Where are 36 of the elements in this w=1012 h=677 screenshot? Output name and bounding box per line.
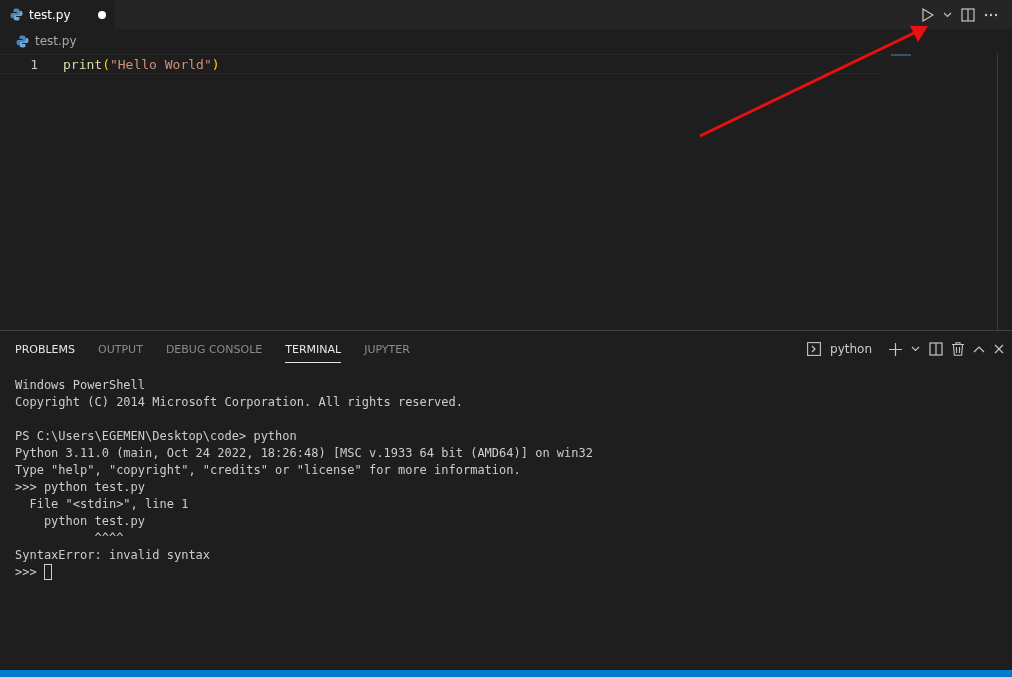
run-icon[interactable] <box>922 7 934 22</box>
panel-tab[interactable]: DEBUG CONSOLE <box>165 335 263 363</box>
panel-tab[interactable]: JUPYTER <box>364 335 410 363</box>
chevron-up-icon[interactable] <box>973 345 985 353</box>
panel-tab[interactable]: OUTPUT <box>98 335 143 363</box>
panel-tab[interactable]: TERMINAL <box>285 335 342 363</box>
minimap-line <box>891 54 911 56</box>
code-line: print("Hello World") <box>63 56 220 72</box>
line-number: 1 <box>29 56 39 72</box>
add-icon[interactable] <box>889 342 902 356</box>
terminal-line: Windows PowerShell <box>15 377 146 392</box>
trash-icon[interactable] <box>952 342 964 356</box>
breadcrumb-item[interactable]: test.py <box>35 34 77 48</box>
chevron-down-icon[interactable] <box>911 346 920 352</box>
terminal-line: ^^^^ <box>93 530 124 545</box>
terminal-icon <box>807 342 821 356</box>
chevron-down-icon[interactable] <box>943 11 952 18</box>
terminal-line: File "<stdin>", line 1 <box>28 496 189 511</box>
panel-tab[interactable]: PROBLEMS <box>15 335 76 363</box>
terminal-line: Type "help", "copyright", "credits" or "license" for more information. <box>15 462 521 477</box>
terminal-name[interactable]: python <box>830 342 872 356</box>
terminal-line: PS C:\Users\EGEMEN\Desktop\code> python <box>15 428 297 443</box>
python-file-icon <box>10 8 23 21</box>
unsaved-dot-icon <box>98 10 106 19</box>
terminal-line: >>> <box>15 564 38 579</box>
split-editor-icon[interactable] <box>961 7 975 22</box>
terminal-line: Python 3.11.0 (main, Oct 24 2022, 18:26:48) [MSC v.1933 64 bit (AMD64)] on win32 <box>15 445 593 460</box>
more-icon[interactable] <box>984 12 998 17</box>
terminal-line: python test.py <box>42 513 146 528</box>
terminal-line: SyntaxError: invalid syntax <box>15 547 211 562</box>
python-file-icon <box>16 34 29 48</box>
close-icon[interactable] <box>994 344 1004 354</box>
editor-tab[interactable]: test.py <box>0 0 115 29</box>
split-terminal-icon[interactable] <box>929 342 943 356</box>
terminal-line: >>> python test.py <box>15 479 146 494</box>
terminal-line: Copyright (C) 2014 Microsoft Corporation. All rights reserved. <box>15 394 463 409</box>
